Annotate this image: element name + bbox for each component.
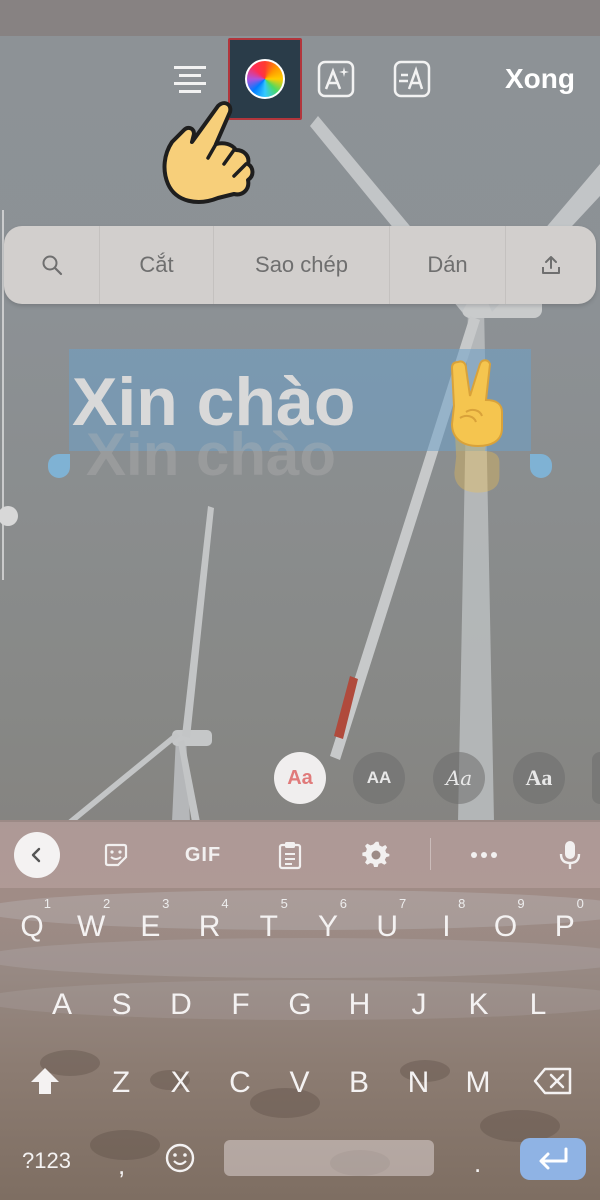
comma-key[interactable]: , [118, 1150, 125, 1181]
symbols-key[interactable]: ?123 [22, 1148, 71, 1174]
key-g[interactable]: G [275, 988, 325, 1022]
search-icon [42, 255, 62, 276]
key-m[interactable]: M [453, 1066, 503, 1100]
key-d[interactable]: D [156, 988, 206, 1022]
done-button[interactable]: Xong [494, 38, 586, 120]
key-i[interactable]: I8 [421, 896, 471, 944]
font-style-option-3[interactable]: Aa [433, 752, 485, 804]
key-a[interactable]: A [37, 988, 87, 1022]
enter-arrow-icon [539, 1147, 568, 1170]
key-p[interactable]: P0 [540, 896, 590, 944]
key-number-hint: 1 [43, 896, 51, 911]
context-copy-button[interactable]: Sao chép [214, 226, 390, 304]
key-s[interactable]: S [97, 988, 147, 1022]
gif-button[interactable]: GIF [178, 834, 228, 876]
chevron-left-icon [31, 847, 41, 863]
key-c[interactable]: C [215, 1066, 265, 1100]
key-b[interactable]: B [334, 1066, 384, 1100]
key-u[interactable]: U7 [362, 896, 412, 944]
more-options-button[interactable] [462, 834, 506, 876]
key-number-hint: 7 [398, 896, 407, 911]
backspace-key[interactable] [528, 1066, 578, 1104]
gear-icon [362, 841, 390, 867]
period-key[interactable]: . [474, 1148, 481, 1179]
victory-hand-emoji [450, 359, 503, 448]
clipboard-icon [278, 842, 302, 870]
key-e[interactable]: E3 [125, 896, 175, 944]
key-number-hint: 0 [576, 896, 584, 911]
shift-key[interactable] [20, 1066, 70, 1104]
font-style-option-4[interactable]: Aa [513, 752, 565, 804]
pointing-hand-icon [162, 101, 255, 204]
sticker-button[interactable] [94, 834, 138, 876]
font-style-button[interactable] [388, 38, 436, 120]
clipboard-button[interactable] [268, 834, 312, 876]
key-l[interactable]: L [513, 988, 563, 1022]
key-j[interactable]: J [394, 988, 444, 1022]
key-y[interactable]: Y6 [303, 896, 353, 944]
key-z[interactable]: Z [96, 1066, 146, 1100]
keyboard-settings-button[interactable] [354, 834, 398, 876]
enter-key[interactable] [520, 1138, 586, 1180]
align-center-icon [174, 66, 206, 93]
key-f[interactable]: F [216, 988, 266, 1022]
space-bar[interactable] [224, 1140, 434, 1176]
key-number-hint: 9 [517, 896, 525, 911]
selection-handle-end[interactable] [530, 454, 552, 478]
context-share-button[interactable] [506, 226, 596, 304]
shift-icon [31, 1068, 59, 1094]
text-effects-button[interactable] [312, 38, 360, 120]
text-editor-toolbar: Xong [0, 38, 600, 120]
context-paste-button[interactable]: Dán [390, 226, 506, 304]
key-x[interactable]: X [156, 1066, 206, 1100]
editable-text[interactable]: Xin chào [72, 352, 355, 452]
key-k[interactable]: K [454, 988, 504, 1022]
keyboard-back-button[interactable] [14, 832, 60, 878]
key-n[interactable]: N [394, 1066, 444, 1100]
selection-handle-start[interactable] [48, 454, 70, 478]
share-icon [542, 256, 560, 274]
key-v[interactable]: V [275, 1066, 325, 1100]
text-effects-icon [317, 60, 355, 98]
text-context-menu: Cắt Sao chép Dán [4, 226, 596, 304]
key-r[interactable]: R4 [185, 896, 235, 944]
key-o[interactable]: O9 [481, 896, 531, 944]
emoji-key[interactable] [164, 1142, 196, 1180]
backspace-icon [533, 1067, 572, 1095]
font-style-option-2[interactable]: AA [353, 752, 405, 804]
voice-input-button[interactable] [548, 834, 592, 876]
key-w[interactable]: W2 [66, 896, 116, 944]
key-q[interactable]: Q1 [7, 896, 57, 944]
color-wheel-icon [245, 59, 285, 99]
key-number-hint: 4 [221, 896, 229, 911]
more-horizontal-icon [471, 852, 497, 858]
font-style-option-more[interactable] [592, 752, 600, 804]
key-number-hint: 6 [339, 896, 347, 911]
context-cut-button[interactable]: Cắt [100, 226, 214, 304]
font-icon [393, 60, 431, 98]
context-search-button[interactable] [4, 226, 100, 304]
key-number-hint: 5 [280, 896, 288, 911]
key-h[interactable]: H [335, 988, 385, 1022]
status-bar [0, 0, 600, 36]
key-number-hint: 3 [162, 896, 170, 911]
sticker-icon [104, 843, 128, 867]
key-number-hint: 2 [102, 896, 111, 911]
emoji-icon [165, 1143, 195, 1173]
key-number-hint: 8 [458, 896, 466, 911]
font-style-option-1[interactable]: Aa [274, 752, 326, 804]
microphone-icon [559, 841, 581, 869]
keyboard-toolbar-divider [430, 838, 431, 870]
key-t[interactable]: T5 [244, 896, 294, 944]
